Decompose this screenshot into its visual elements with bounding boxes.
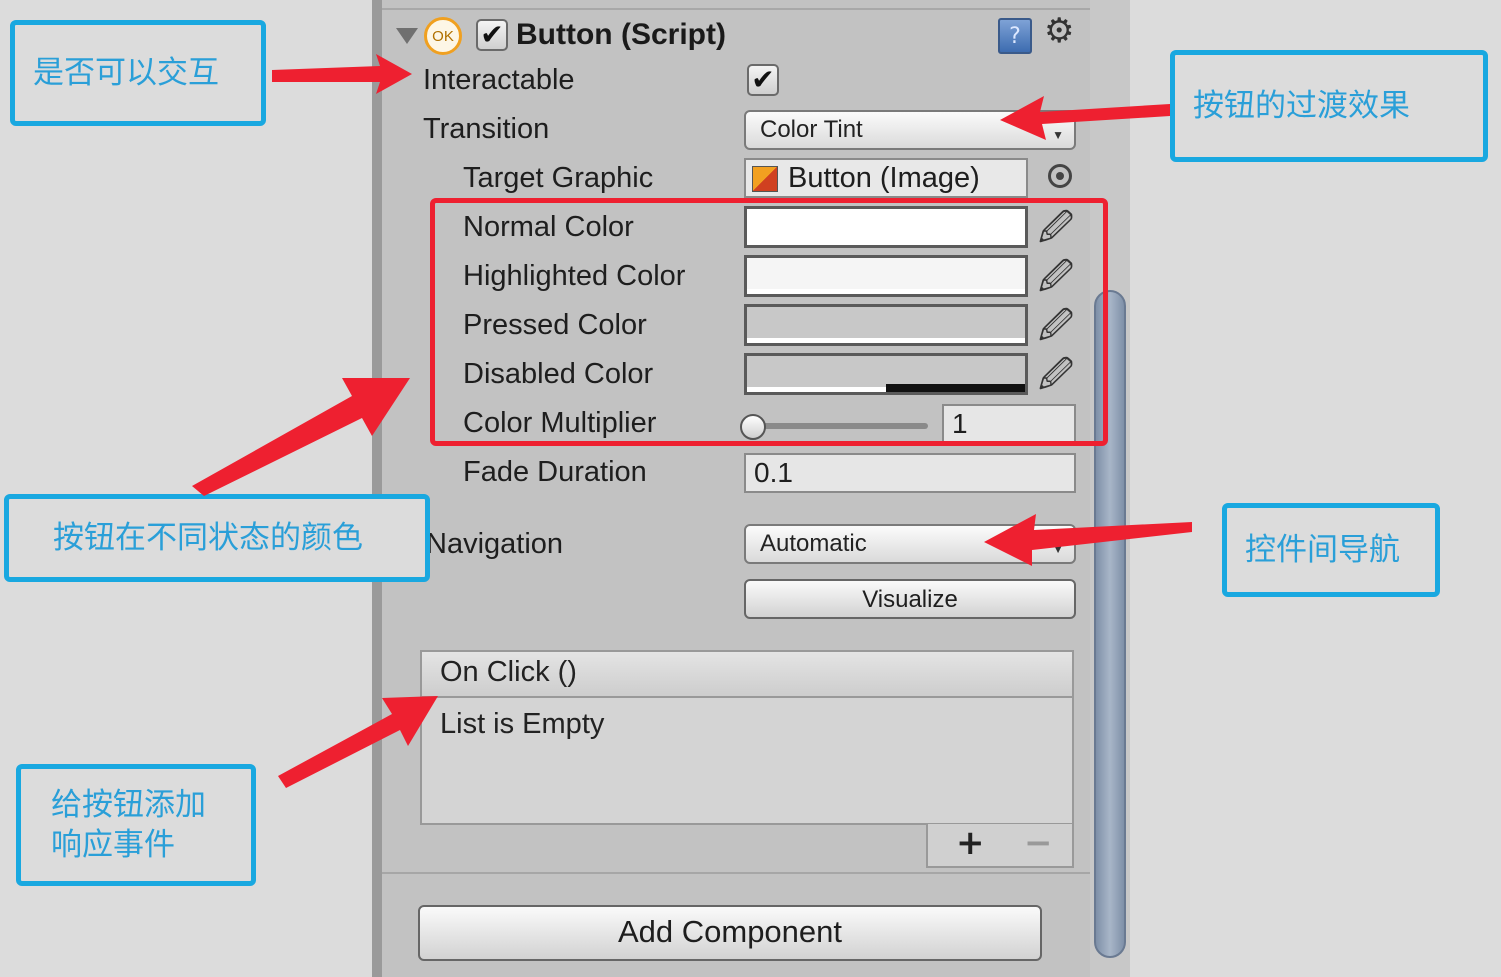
panel-edge xyxy=(372,0,382,977)
book-help-icon[interactable]: ? xyxy=(998,18,1032,54)
annotation-colors: 按钮在不同状态的颜色 xyxy=(4,494,430,582)
transition-label: Transition xyxy=(423,113,550,145)
navigation-label: Navigation xyxy=(426,528,564,560)
divider xyxy=(382,872,1090,874)
remove-event-button[interactable]: − xyxy=(1024,826,1053,860)
fade-duration-label: Fade Duration xyxy=(463,456,647,488)
interactable-checkbox[interactable]: ✔ xyxy=(747,64,779,96)
navigation-dropdown[interactable]: Automatic ▼ xyxy=(744,524,1076,564)
colors-highlight-box xyxy=(430,198,1108,446)
add-event-button[interactable]: + xyxy=(956,826,985,860)
chevron-down-icon: ▼ xyxy=(1052,128,1064,142)
transition-value: Color Tint xyxy=(760,116,863,143)
annotation-navigation: 控件间导航 xyxy=(1222,503,1440,597)
component-header: OK ✔ Button (Script) ? ⚙ xyxy=(392,14,1092,60)
annotation-transition: 按钮的过渡效果 xyxy=(1170,50,1488,162)
annotation-interactable: 是否可以交互 xyxy=(10,20,266,126)
add-component-button[interactable]: Add Component xyxy=(418,905,1042,961)
list-empty-text: List is Empty xyxy=(440,708,605,740)
interactable-label: Interactable xyxy=(423,64,575,96)
component-title: Button (Script) xyxy=(516,18,726,51)
fade-duration-field[interactable]: 0.1 xyxy=(744,453,1076,493)
fold-arrow-icon[interactable] xyxy=(396,28,418,44)
navigation-value: Automatic xyxy=(760,530,867,557)
on-click-header: On Click () xyxy=(422,652,1072,698)
gear-icon[interactable]: ⚙ xyxy=(1044,14,1074,48)
target-graphic-value: Button (Image) xyxy=(788,162,980,194)
target-graphic-label: Target Graphic xyxy=(463,162,654,194)
on-click-event-list: On Click () List is Empty xyxy=(420,650,1074,825)
target-graphic-field[interactable]: Button (Image) xyxy=(744,158,1028,198)
target-icon[interactable] xyxy=(1048,164,1072,188)
list-add-remove: + − xyxy=(926,824,1074,868)
chevron-down-icon: ▼ xyxy=(1052,542,1064,556)
transition-dropdown[interactable]: Color Tint ▼ xyxy=(744,110,1076,150)
ok-icon: OK xyxy=(424,17,462,55)
component-enabled-checkbox[interactable]: ✔ xyxy=(476,19,508,51)
visualize-button[interactable]: Visualize xyxy=(744,579,1076,619)
image-icon xyxy=(752,166,778,192)
annotation-on-click: 给按钮添加响应事件 xyxy=(16,764,256,886)
